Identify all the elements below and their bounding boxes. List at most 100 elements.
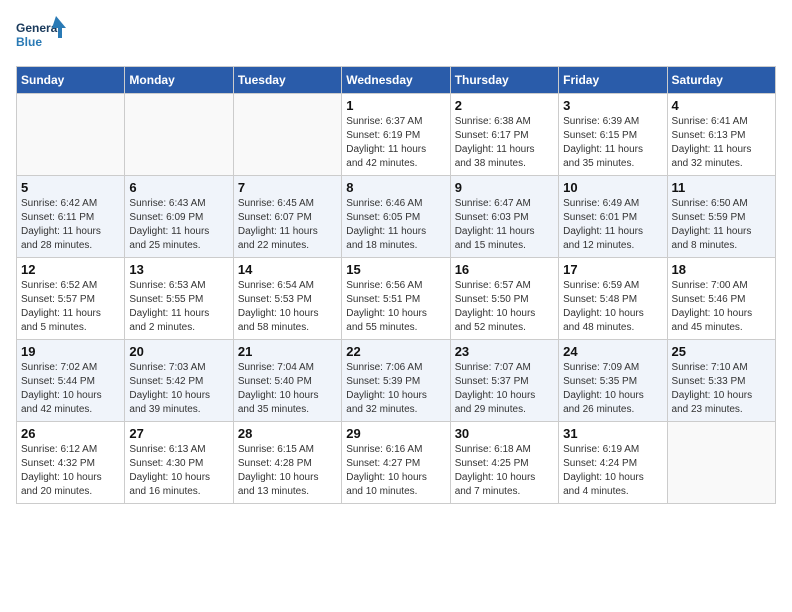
calendar-cell: 11 Sunrise: 6:50 AM Sunset: 5:59 PM Dayli… <box>667 176 775 258</box>
day-number: 18 <box>672 262 771 277</box>
day-number: 21 <box>238 344 337 359</box>
day-number: 20 <box>129 344 228 359</box>
calendar-cell: 20 Sunrise: 7:03 AM Sunset: 5:42 PM Dayli… <box>125 340 233 422</box>
day-info: Sunrise: 6:47 AM Sunset: 6:03 PM Dayligh… <box>455 197 554 253</box>
calendar-cell: 18 Sunrise: 7:00 AM Sunset: 5:46 PM Dayli… <box>667 258 775 340</box>
calendar-table: SundayMondayTuesdayWednesdayThursdayFrid… <box>16 66 776 504</box>
calendar-cell: 17 Sunrise: 6:59 AM Sunset: 5:48 PM Dayli… <box>559 258 667 340</box>
weekday-header: Wednesday <box>342 67 450 94</box>
calendar-cell: 3Sunrise: 6:39 AM Sunset: 6:15 PM Daylig… <box>559 94 667 176</box>
day-info: Sunrise: 7:02 AM Sunset: 5:44 PM Dayligh… <box>21 361 120 417</box>
day-number: 19 <box>21 344 120 359</box>
day-number: 3 <box>563 98 662 113</box>
day-info: Sunrise: 7:04 AM Sunset: 5:40 PM Dayligh… <box>238 361 337 417</box>
calendar-cell: 14 Sunrise: 6:54 AM Sunset: 5:53 PM Dayli… <box>233 258 341 340</box>
day-info: Sunrise: 6:42 AM Sunset: 6:11 PM Dayligh… <box>21 197 120 253</box>
day-number: 6 <box>129 180 228 195</box>
day-number: 8 <box>346 180 445 195</box>
svg-text:Blue: Blue <box>16 35 42 49</box>
calendar-week-row: 19 Sunrise: 7:02 AM Sunset: 5:44 PM Dayli… <box>17 340 776 422</box>
logo: General Blue <box>16 16 66 58</box>
day-info: Sunrise: 7:07 AM Sunset: 5:37 PM Dayligh… <box>455 361 554 417</box>
day-number: 24 <box>563 344 662 359</box>
day-number: 13 <box>129 262 228 277</box>
weekday-header: Saturday <box>667 67 775 94</box>
day-number: 31 <box>563 426 662 441</box>
calendar-cell: 16 Sunrise: 6:57 AM Sunset: 5:50 PM Dayli… <box>450 258 558 340</box>
day-info: Sunrise: 7:06 AM Sunset: 5:39 PM Dayligh… <box>346 361 445 417</box>
day-info: Sunrise: 6:46 AM Sunset: 6:05 PM Dayligh… <box>346 197 445 253</box>
calendar-cell: 13 Sunrise: 6:53 AM Sunset: 5:55 PM Dayli… <box>125 258 233 340</box>
calendar-header-row: SundayMondayTuesdayWednesdayThursdayFrid… <box>17 67 776 94</box>
day-info: Sunrise: 7:03 AM Sunset: 5:42 PM Dayligh… <box>129 361 228 417</box>
calendar-cell: 28 Sunrise: 6:15 AM Sunset: 4:28 PM Dayli… <box>233 422 341 504</box>
calendar-week-row: 26Sunrise: 6:12 AM Sunset: 4:32 PM Dayli… <box>17 422 776 504</box>
weekday-header: Sunday <box>17 67 125 94</box>
calendar-cell: 31 Sunrise: 6:19 AM Sunset: 4:24 PM Dayli… <box>559 422 667 504</box>
weekday-header: Friday <box>559 67 667 94</box>
day-number: 9 <box>455 180 554 195</box>
day-number: 16 <box>455 262 554 277</box>
day-number: 4 <box>672 98 771 113</box>
calendar-cell: 6 Sunrise: 6:43 AM Sunset: 6:09 PM Daylig… <box>125 176 233 258</box>
weekday-header: Tuesday <box>233 67 341 94</box>
calendar-cell: 27 Sunrise: 6:13 AM Sunset: 4:30 PM Dayli… <box>125 422 233 504</box>
day-number: 14 <box>238 262 337 277</box>
day-number: 23 <box>455 344 554 359</box>
day-info: Sunrise: 7:10 AM Sunset: 5:33 PM Dayligh… <box>672 361 771 417</box>
calendar-cell: 15Sunrise: 6:56 AM Sunset: 5:51 PM Dayli… <box>342 258 450 340</box>
calendar-week-row: 12Sunrise: 6:52 AM Sunset: 5:57 PM Dayli… <box>17 258 776 340</box>
calendar-cell: 9 Sunrise: 6:47 AM Sunset: 6:03 PM Daylig… <box>450 176 558 258</box>
calendar-cell: 4 Sunrise: 6:41 AM Sunset: 6:13 PM Daylig… <box>667 94 775 176</box>
day-info: Sunrise: 6:57 AM Sunset: 5:50 PM Dayligh… <box>455 279 554 335</box>
day-info: Sunrise: 6:41 AM Sunset: 6:13 PM Dayligh… <box>672 115 771 171</box>
day-number: 1 <box>346 98 445 113</box>
day-info: Sunrise: 7:00 AM Sunset: 5:46 PM Dayligh… <box>672 279 771 335</box>
calendar-cell <box>17 94 125 176</box>
day-info: Sunrise: 6:45 AM Sunset: 6:07 PM Dayligh… <box>238 197 337 253</box>
day-number: 7 <box>238 180 337 195</box>
day-number: 15 <box>346 262 445 277</box>
calendar-cell: 25Sunrise: 7:10 AM Sunset: 5:33 PM Dayli… <box>667 340 775 422</box>
day-info: Sunrise: 6:50 AM Sunset: 5:59 PM Dayligh… <box>672 197 771 253</box>
day-info: Sunrise: 6:19 AM Sunset: 4:24 PM Dayligh… <box>563 443 662 499</box>
day-number: 10 <box>563 180 662 195</box>
day-info: Sunrise: 6:37 AM Sunset: 6:19 PM Dayligh… <box>346 115 445 171</box>
day-info: Sunrise: 6:54 AM Sunset: 5:53 PM Dayligh… <box>238 279 337 335</box>
day-number: 27 <box>129 426 228 441</box>
day-info: Sunrise: 7:09 AM Sunset: 5:35 PM Dayligh… <box>563 361 662 417</box>
day-info: Sunrise: 6:18 AM Sunset: 4:25 PM Dayligh… <box>455 443 554 499</box>
calendar-cell <box>233 94 341 176</box>
day-info: Sunrise: 6:53 AM Sunset: 5:55 PM Dayligh… <box>129 279 228 335</box>
calendar-cell: 12Sunrise: 6:52 AM Sunset: 5:57 PM Dayli… <box>17 258 125 340</box>
logo-svg: General Blue <box>16 16 66 58</box>
day-number: 26 <box>21 426 120 441</box>
day-number: 11 <box>672 180 771 195</box>
calendar-cell: 26Sunrise: 6:12 AM Sunset: 4:32 PM Dayli… <box>17 422 125 504</box>
day-number: 17 <box>563 262 662 277</box>
day-info: Sunrise: 6:13 AM Sunset: 4:30 PM Dayligh… <box>129 443 228 499</box>
calendar-cell: 10Sunrise: 6:49 AM Sunset: 6:01 PM Dayli… <box>559 176 667 258</box>
calendar-cell: 30 Sunrise: 6:18 AM Sunset: 4:25 PM Dayli… <box>450 422 558 504</box>
calendar-week-row: 1 Sunrise: 6:37 AM Sunset: 6:19 PM Daylig… <box>17 94 776 176</box>
calendar-cell: 1 Sunrise: 6:37 AM Sunset: 6:19 PM Daylig… <box>342 94 450 176</box>
day-number: 30 <box>455 426 554 441</box>
calendar-cell <box>667 422 775 504</box>
day-number: 12 <box>21 262 120 277</box>
calendar-cell: 29Sunrise: 6:16 AM Sunset: 4:27 PM Dayli… <box>342 422 450 504</box>
calendar-cell: 23 Sunrise: 7:07 AM Sunset: 5:37 PM Dayli… <box>450 340 558 422</box>
calendar-cell: 21 Sunrise: 7:04 AM Sunset: 5:40 PM Dayli… <box>233 340 341 422</box>
calendar-cell: 8 Sunrise: 6:46 AM Sunset: 6:05 PM Daylig… <box>342 176 450 258</box>
day-number: 5 <box>21 180 120 195</box>
day-info: Sunrise: 6:15 AM Sunset: 4:28 PM Dayligh… <box>238 443 337 499</box>
day-info: Sunrise: 6:43 AM Sunset: 6:09 PM Dayligh… <box>129 197 228 253</box>
calendar-cell: 22Sunrise: 7:06 AM Sunset: 5:39 PM Dayli… <box>342 340 450 422</box>
calendar-cell <box>125 94 233 176</box>
weekday-header: Thursday <box>450 67 558 94</box>
page-header: General Blue <box>16 16 776 58</box>
calendar-cell: 5 Sunrise: 6:42 AM Sunset: 6:11 PM Daylig… <box>17 176 125 258</box>
day-number: 28 <box>238 426 337 441</box>
day-number: 2 <box>455 98 554 113</box>
calendar-week-row: 5 Sunrise: 6:42 AM Sunset: 6:11 PM Daylig… <box>17 176 776 258</box>
day-info: Sunrise: 6:59 AM Sunset: 5:48 PM Dayligh… <box>563 279 662 335</box>
